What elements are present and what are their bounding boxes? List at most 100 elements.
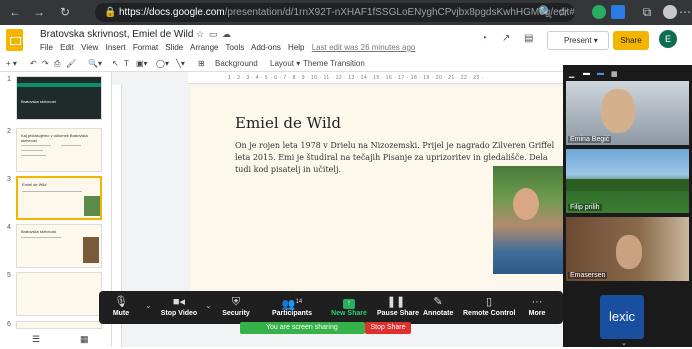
mute-options-caret-icon[interactable]: ⌄ — [145, 301, 152, 310]
mouse-icon: ▯ — [485, 296, 493, 308]
menu-format[interactable]: Format — [133, 43, 158, 52]
back-icon[interactable]: ← — [8, 5, 22, 19]
stop-video-button[interactable]: ■◂ Stop Video — [159, 295, 199, 319]
new-share-button[interactable]: ↑ New Share — [331, 295, 367, 319]
stop-share-button[interactable]: Stop Share — [365, 322, 411, 334]
single-view-icon[interactable]: ▬ — [583, 70, 590, 77]
current-slide[interactable]: Emiel de Wild On je rojen leta 1978 v Dr… — [190, 86, 565, 296]
select-icon[interactable]: ↖ — [112, 59, 119, 68]
palm-trees-background — [566, 179, 689, 191]
redo-icon[interactable]: ↷ — [42, 59, 49, 68]
slide-thumbnail-5[interactable] — [16, 272, 102, 316]
video-tile[interactable]: Emasersen — [566, 217, 689, 281]
menu-help[interactable]: Help — [288, 43, 304, 52]
last-edit-link[interactable]: Last edit was 26 minutes ago — [312, 43, 416, 52]
menu-tools[interactable]: Tools — [226, 43, 245, 52]
browser-toolbar: ← → ↻ 🔒 https://docs.google.com/presenta… — [0, 0, 692, 25]
shape-icon[interactable]: ◯▾ — [156, 59, 169, 68]
lexic-logo-tile[interactable]: lexic — [600, 295, 644, 339]
lock-icon: 🔒 — [104, 7, 117, 18]
strip-view-icon[interactable]: ▬ — [597, 70, 604, 77]
menu-insert[interactable]: Insert — [106, 43, 126, 52]
slide-title[interactable]: Emiel de Wild — [235, 114, 341, 132]
comment-add-icon[interactable]: ⊞ — [198, 59, 205, 68]
url-path: /presentation/d/1rnX92T-nXHAF1fSSGLoENyg… — [224, 7, 575, 18]
browser-menu-icon[interactable]: ⋯ — [678, 5, 692, 19]
slide-number: 5 — [7, 272, 11, 279]
background-button[interactable]: Background — [215, 59, 258, 68]
menu-arrange[interactable]: Arrange — [190, 43, 218, 52]
menu-addons[interactable]: Add-ons — [251, 43, 281, 52]
menu-file[interactable]: File — [40, 43, 53, 52]
bookmark-star-icon[interactable]: ☆ — [556, 5, 570, 19]
grid-view-icon[interactable]: ▦ — [80, 334, 89, 345]
slide-thumbnail-1[interactable]: Bratovska skrivnost — [16, 76, 102, 120]
print-icon[interactable]: ⎙ — [54, 59, 60, 69]
layout-button[interactable]: Layout ▾ — [270, 59, 300, 68]
participants-button[interactable]: 👥14 Participants — [269, 295, 315, 319]
slides-logo-icon[interactable] — [6, 29, 23, 51]
address-bar[interactable]: 🔒 https://docs.google.com/presentation/d… — [95, 3, 575, 22]
reload-icon[interactable]: ↻ — [58, 5, 72, 19]
star-icon[interactable]: ☆ — [196, 29, 204, 40]
zoom-menu-icon[interactable]: 🔍▾ — [88, 59, 102, 68]
present-label: Present — [564, 36, 592, 45]
gallery-view-icon[interactable]: ▦ — [611, 70, 618, 78]
textbox-icon[interactable]: T — [124, 59, 129, 68]
menu-view[interactable]: View — [81, 43, 98, 52]
cloud-status-icon: ☁ — [222, 29, 231, 39]
profile-avatar-icon[interactable] — [663, 5, 677, 19]
share-button[interactable]: Share — [613, 31, 649, 50]
present-button[interactable]: Present ▾ — [547, 31, 609, 50]
account-avatar[interactable]: E — [659, 30, 677, 48]
forward-icon[interactable]: → — [32, 5, 46, 19]
author-photo[interactable] — [493, 166, 563, 274]
move-folder-icon[interactable]: ▭ — [209, 29, 218, 40]
video-tile[interactable]: Emina Begić — [566, 81, 689, 145]
minimize-icon[interactable]: ▁ — [569, 70, 574, 78]
extensions-puzzle-icon[interactable]: ⧉ — [640, 5, 654, 19]
video-tile[interactable]: Filip prilih — [566, 149, 689, 213]
video-options-caret-icon[interactable]: ⌄ — [205, 301, 212, 310]
slide-thumbnail-3[interactable]: Emiel de Wild — [16, 176, 102, 220]
extension-off-icon[interactable] — [611, 5, 625, 19]
thumbnail-title: Emiel de Wild — [22, 182, 47, 187]
scroll-down-chevron-icon[interactable]: ⌄ — [621, 339, 627, 347]
docs-header: Bratovska skrivnost, Emiel de Wild ☆ ▭ ☁… — [0, 25, 692, 58]
more-button[interactable]: ··· More — [525, 295, 549, 319]
line-icon[interactable]: ╲▾ — [176, 59, 185, 68]
slide-thumbnail-2[interactable]: Kaj pričakujemo v odlomek Bratovska skri… — [16, 128, 102, 172]
transition-button[interactable]: Transition — [330, 59, 365, 68]
undo-icon[interactable]: ↶ — [30, 59, 37, 68]
document-title[interactable]: Bratovska skrivnost, Emiel de Wild — [40, 29, 193, 40]
new-slide-icon[interactable]: + ▾ — [6, 59, 17, 68]
theme-button[interactable]: Theme — [303, 59, 328, 68]
image-icon[interactable]: ▣▾ — [136, 59, 148, 68]
pause-share-label: Pause Share — [377, 310, 420, 317]
more-label: More — [528, 310, 546, 317]
thumbnail-text-line — [21, 145, 51, 146]
slide-thumbnail-4[interactable]: Bratovska skrivnost — [16, 224, 102, 268]
annotate-button[interactable]: ✎ Annotate — [423, 295, 453, 319]
screen-sharing-banner: You are screen sharing — [240, 322, 365, 334]
video-camera-icon: ■◂ — [172, 296, 186, 308]
thumbnail-text-line — [21, 237, 61, 238]
extension-icon[interactable] — [592, 5, 606, 19]
menu-edit[interactable]: Edit — [60, 43, 74, 52]
activity-icon[interactable]: ↗ — [502, 33, 510, 44]
menu-slide[interactable]: Slide — [165, 43, 183, 52]
mute-button[interactable]: 🎙 Mute — [107, 295, 135, 319]
list-view-icon[interactable]: ☰ — [32, 334, 40, 345]
paint-format-icon[interactable]: 🖌 — [66, 59, 76, 68]
thumbnail-title: Bratovska skrivnost — [21, 229, 56, 234]
microphone-icon: 🎙 — [114, 296, 128, 308]
remote-control-button[interactable]: ▯ Remote Control — [463, 295, 516, 319]
thumbnail-text-line — [21, 155, 46, 156]
slide-thumbnail-6[interactable] — [16, 321, 102, 329]
pause-share-button[interactable]: ❚❚ Pause Share — [377, 295, 420, 319]
comment-history-icon[interactable]: ◔ — [481, 33, 487, 44]
zoom-icon[interactable]: 🔍 — [538, 5, 553, 19]
layout-label: Layout — [270, 59, 295, 68]
comments-icon[interactable]: ▤ — [524, 33, 533, 44]
security-button[interactable]: ⛨ Security — [219, 295, 253, 319]
